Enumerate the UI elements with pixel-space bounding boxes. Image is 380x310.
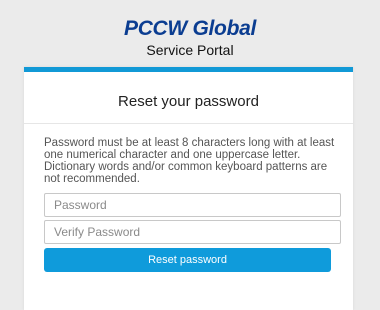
- portal-name: Service Portal: [146, 42, 234, 58]
- form-title: Reset your password: [118, 93, 259, 110]
- brand-header: PCCW Global Service Portal: [0, 17, 380, 59]
- reset-password-card: Reset your password Password must be at …: [24, 67, 353, 310]
- title-divider: [24, 123, 353, 124]
- reset-password-button[interactable]: Reset password: [44, 248, 331, 272]
- password-requirements: Password must be at least 8 characters l…: [44, 137, 335, 185]
- password-input[interactable]: [44, 193, 341, 217]
- company-logo: PCCW Global: [123, 17, 257, 40]
- verify-password-input[interactable]: [44, 220, 341, 244]
